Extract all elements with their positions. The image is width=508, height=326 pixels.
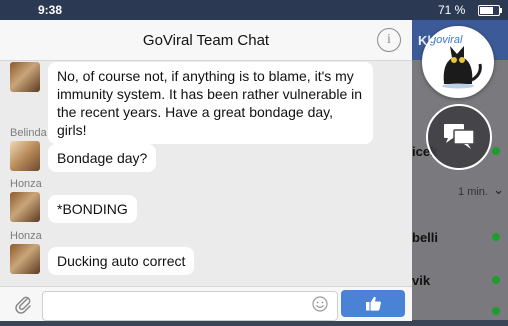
avatar[interactable] <box>10 62 40 92</box>
paperclip-icon[interactable] <box>12 293 34 315</box>
floating-cat-avatar[interactable]: goviral <box>422 26 494 98</box>
status-time: 9:38 <box>38 3 63 17</box>
contact-row[interactable]: 1 min. ⌄ <box>412 178 508 208</box>
chat-bubbles-icon <box>444 124 475 149</box>
send-like-button[interactable] <box>341 290 405 317</box>
info-icon[interactable]: i <box>377 28 401 52</box>
battery-percent: 71 % <box>438 3 466 17</box>
smiley-icon[interactable] <box>312 296 328 312</box>
contact-time: 1 min. <box>458 186 488 198</box>
message-bubble: No, of course not, if anything is to bla… <box>48 62 373 144</box>
contact-name: belli <box>412 230 439 245</box>
composer <box>0 286 412 321</box>
online-dot <box>492 307 500 315</box>
chat-head-button[interactable] <box>426 104 492 170</box>
online-dot <box>492 276 500 284</box>
avatar[interactable] <box>10 192 40 222</box>
avatar[interactable] <box>10 141 40 171</box>
message-input[interactable] <box>42 291 338 321</box>
contact-row[interactable] <box>412 296 508 326</box>
chat-title: GoViral Team Chat <box>142 32 270 49</box>
chat-panel: GoViral Team Chat i No, of course not, i… <box>0 20 412 321</box>
message-bubble: *BONDING <box>48 195 137 223</box>
battery-icon <box>478 5 502 16</box>
sender-name: Honza <box>10 230 42 242</box>
contact-row[interactable]: vik <box>412 265 508 295</box>
chevron-down-icon[interactable]: ⌄ <box>493 182 504 198</box>
message-bubble: Bondage day? <box>48 144 157 172</box>
sender-name: Belinda <box>10 127 47 139</box>
online-dot <box>492 233 500 241</box>
contact-row[interactable]: belli <box>412 222 508 252</box>
message-bubble: Ducking auto correct <box>48 247 195 275</box>
contact-name: vik <box>412 273 431 288</box>
thumbs-up-icon <box>366 296 381 311</box>
sender-name: Honza <box>10 178 42 190</box>
online-dot <box>492 147 500 155</box>
cat-icon <box>442 46 482 89</box>
chat-header: GoViral Team Chat i <box>0 20 412 61</box>
status-bar: 9:38 71 % <box>0 0 508 20</box>
avatar[interactable] <box>10 244 40 274</box>
